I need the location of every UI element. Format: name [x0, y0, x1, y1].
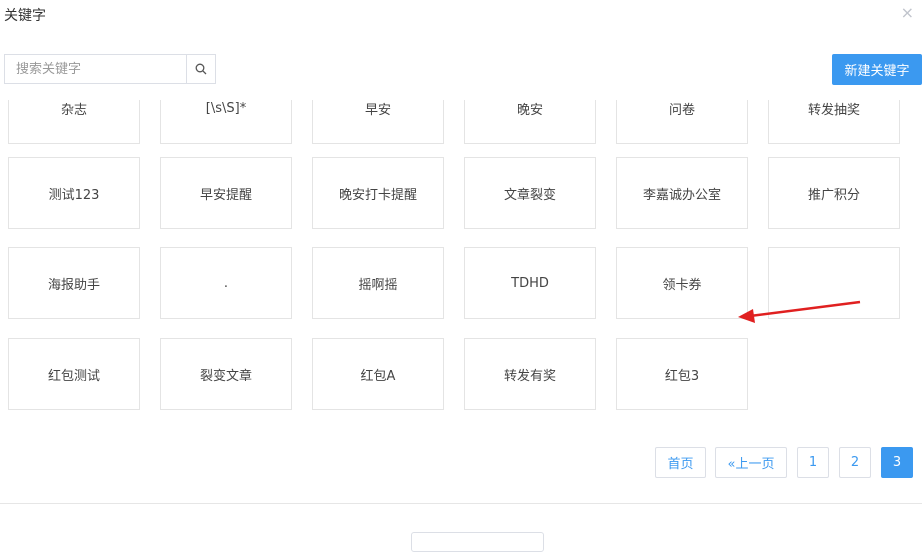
keyword-tile[interactable]: TDHD: [464, 247, 596, 319]
keyword-grid: 杂志 [\s\S]* 早安 晚安 问卷 转发抽奖 测试123 早安提醒 晚安打卡…: [0, 100, 922, 420]
close-icon[interactable]: ×: [901, 4, 914, 22]
keyword-tile[interactable]: 晚安打卡提醒: [312, 157, 444, 229]
footer-divider: [0, 503, 922, 504]
search-box: [4, 54, 216, 84]
keyword-tile[interactable]: 晚安: [464, 100, 596, 144]
keyword-tile[interactable]: 裂变文章: [160, 338, 292, 410]
pagination-page-2[interactable]: 2: [839, 447, 871, 478]
keyword-tile[interactable]: 海报助手: [8, 247, 140, 319]
keyword-tile[interactable]: 转发抽奖: [768, 100, 900, 144]
keyword-tile[interactable]: 红包A: [312, 338, 444, 410]
search-icon: [195, 63, 207, 75]
keyword-tile[interactable]: 推广积分: [768, 157, 900, 229]
dialog-title: 关键字: [4, 8, 46, 24]
search-input[interactable]: [5, 55, 186, 83]
new-keyword-button[interactable]: 新建关键字: [832, 54, 922, 85]
keyword-tile[interactable]: 杂志: [8, 100, 140, 144]
search-button[interactable]: [186, 55, 215, 83]
keyword-tile[interactable]: 早安: [312, 100, 444, 144]
keyword-tile[interactable]: 红包测试: [8, 338, 140, 410]
keyword-tile[interactable]: 文章裂变: [464, 157, 596, 229]
pagination-page-1[interactable]: 1: [797, 447, 829, 478]
keyword-tile[interactable]: 红包3: [616, 338, 748, 410]
keyword-tile[interactable]: 摇啊摇: [312, 247, 444, 319]
annotation-arrow-icon: [738, 300, 861, 323]
pagination-prev-button[interactable]: «上一页: [715, 447, 787, 478]
pagination-first-button[interactable]: 首页: [655, 447, 706, 478]
keyword-tile[interactable]: .: [160, 247, 292, 319]
keyword-tile[interactable]: 早安提醒: [160, 157, 292, 229]
keyword-tile[interactable]: 测试123: [8, 157, 140, 229]
keyword-tile[interactable]: 问卷: [616, 100, 748, 144]
keyword-tile[interactable]: [\s\S]*: [160, 100, 292, 144]
footer-button[interactable]: [411, 532, 544, 552]
keyword-tile[interactable]: 领卡券: [616, 247, 748, 319]
pagination-page-3[interactable]: 3: [881, 447, 913, 478]
keyword-tile[interactable]: 李嘉诚办公室: [616, 157, 748, 229]
keyword-tile[interactable]: 转发有奖: [464, 338, 596, 410]
